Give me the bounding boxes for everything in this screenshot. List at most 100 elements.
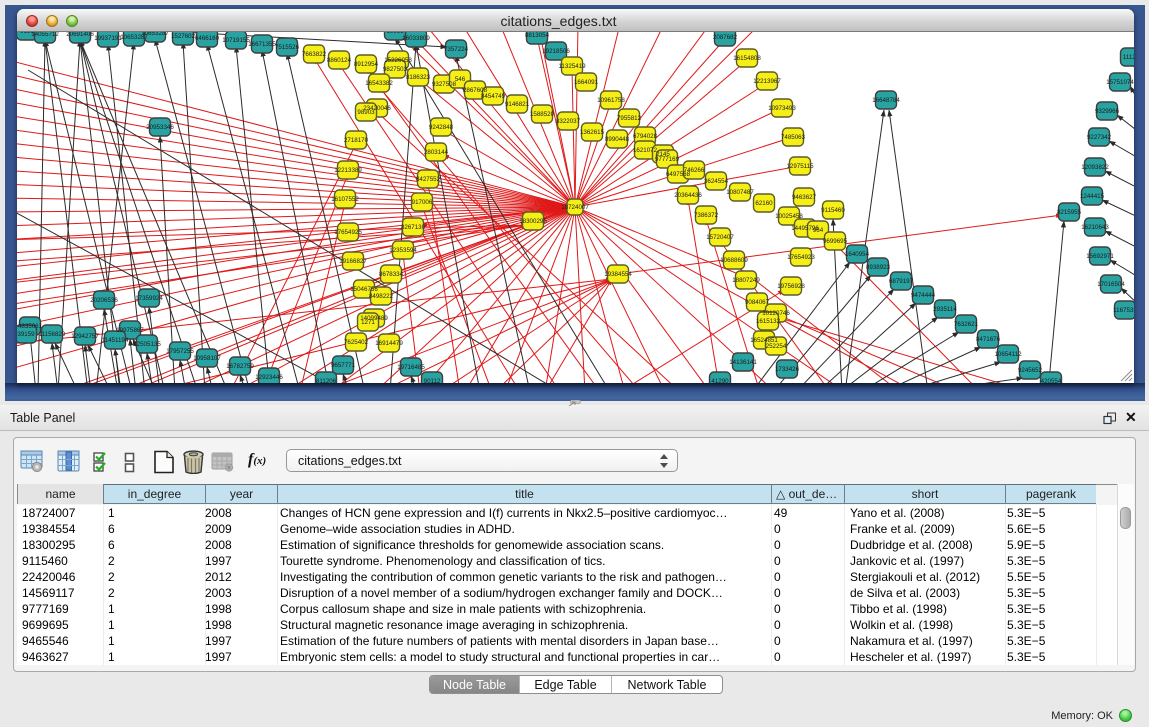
svg-text:12213389: 12213389 (334, 167, 362, 174)
svg-text:420554: 420554 (1041, 378, 1062, 383)
svg-text:6879197: 6879197 (889, 278, 914, 285)
svg-text:62160: 62160 (755, 200, 773, 207)
svg-text:9657771: 9657771 (331, 362, 356, 369)
svg-text:16648784: 16648784 (872, 97, 900, 104)
svg-text:17654925: 17654925 (334, 229, 362, 236)
svg-text:16154808: 16154808 (733, 55, 761, 62)
svg-text:9474444: 9474444 (911, 292, 936, 299)
svg-text:16914479: 16914479 (375, 340, 403, 347)
svg-text:9242848: 9242848 (429, 124, 454, 131)
svg-text:7515526: 7515526 (275, 44, 300, 51)
svg-text:90112: 90112 (424, 378, 441, 383)
svg-text:1271: 1271 (361, 319, 375, 326)
svg-text:4835061: 4835061 (18, 323, 43, 330)
svg-text:18300295: 18300295 (519, 218, 547, 225)
svg-text:7625402: 7625402 (344, 339, 369, 346)
svg-text:2803144: 2803144 (424, 149, 449, 156)
svg-text:14136141: 14136141 (729, 359, 757, 366)
svg-text:16543382: 16543382 (365, 80, 393, 87)
svg-text:20364436: 20364436 (674, 192, 702, 199)
svg-text:8860124: 8860124 (327, 57, 352, 64)
svg-text:20953346: 20953346 (146, 124, 174, 131)
svg-text:1167533: 1167533 (1113, 307, 1134, 314)
svg-text:16107552: 16107552 (331, 196, 359, 203)
svg-text:10807487: 10807487 (726, 189, 754, 196)
svg-text:11123: 11123 (1123, 54, 1134, 61)
svg-text:9327508: 9327508 (432, 81, 457, 88)
svg-text:17957255: 17957255 (166, 348, 194, 355)
svg-text:10958107: 10958107 (193, 355, 221, 362)
svg-text:1664091: 1664091 (574, 79, 599, 86)
svg-text:6794028: 6794028 (633, 133, 658, 140)
svg-text:2718170: 2718170 (344, 137, 369, 144)
svg-text:11325419: 11325419 (558, 63, 586, 70)
svg-text:9227342: 9227342 (1087, 134, 1112, 141)
svg-text:10719155: 10719155 (222, 37, 250, 44)
svg-text:8471676: 8471676 (976, 336, 1001, 343)
svg-text:8678334: 8678334 (379, 271, 404, 278)
svg-text:1588520: 1588520 (530, 111, 555, 118)
svg-text:9463627: 9463627 (792, 194, 817, 201)
svg-text:15226058: 15226058 (384, 57, 412, 64)
svg-text:9827503: 9827503 (383, 66, 408, 73)
svg-text:16782759: 16782759 (226, 363, 254, 370)
svg-text:12923446: 12923446 (255, 374, 283, 381)
svg-text:9146821: 9146821 (505, 101, 530, 108)
svg-text:9777169: 9777169 (655, 156, 680, 163)
svg-text:19218506: 19218506 (542, 48, 570, 55)
svg-text:15692971: 15692971 (1086, 253, 1114, 260)
svg-text:8267130: 8267130 (401, 224, 426, 231)
svg-text:8912954: 8912954 (354, 61, 379, 68)
svg-text:15751074: 15751074 (1106, 79, 1134, 86)
svg-text:20691406: 20691406 (66, 32, 94, 38)
svg-text:9699695: 9699695 (823, 238, 848, 245)
svg-text:19937191: 19937191 (94, 35, 122, 42)
svg-text:19756928: 19756928 (777, 283, 805, 290)
svg-text:7955812: 7955812 (617, 115, 642, 122)
svg-text:811206: 811206 (316, 378, 337, 383)
svg-text:17359924: 17359924 (135, 295, 163, 302)
svg-text:7386372: 7386372 (694, 212, 719, 219)
svg-text:7632621: 7632621 (954, 321, 979, 328)
svg-text:16671355: 16671355 (248, 41, 276, 48)
svg-text:8498222: 8498222 (369, 293, 394, 300)
svg-text:2087682: 2087682 (713, 34, 738, 41)
svg-text:19716485: 19716485 (397, 364, 425, 371)
svg-text:15046756: 15046756 (350, 286, 378, 293)
svg-text:9245652: 9245652 (1018, 367, 1043, 374)
svg-text:252254: 252254 (766, 343, 787, 350)
svg-text:98903: 98903 (357, 109, 375, 116)
svg-text:7357224: 7357224 (444, 46, 469, 53)
svg-text:1615132: 1615132 (756, 318, 781, 325)
svg-text:15720407: 15720407 (706, 234, 734, 241)
svg-text:1527602: 1527602 (171, 33, 196, 40)
svg-text:9084067: 9084067 (745, 299, 770, 306)
svg-text:16210643: 16210643 (1081, 224, 1109, 231)
svg-text:41290: 41290 (711, 378, 729, 383)
svg-text:17016504: 17016504 (1097, 281, 1125, 288)
svg-text:18807249: 18807249 (732, 277, 760, 284)
svg-text:17654923: 17654923 (787, 254, 815, 261)
svg-text:1640954: 1640954 (845, 251, 870, 258)
svg-text:19166827: 19166827 (339, 258, 367, 265)
svg-text:12505135: 12505135 (133, 341, 161, 348)
svg-text:10961758: 10961758 (597, 97, 625, 104)
svg-text:39159: 39159 (17, 331, 35, 338)
svg-text:11156829: 11156829 (39, 331, 66, 338)
svg-text:10688609: 10688609 (720, 257, 748, 264)
svg-text:7485063: 7485063 (781, 134, 806, 141)
svg-text:1244415: 1244415 (1080, 193, 1105, 200)
svg-text:8938923: 8938923 (866, 264, 891, 271)
svg-text:19384554: 19384554 (604, 271, 632, 278)
svg-text:1621072: 1621072 (633, 147, 658, 154)
svg-text:12213967: 12213967 (753, 78, 781, 85)
svg-text:8427552: 8427552 (416, 176, 441, 183)
svg-text:9329966: 9329966 (1095, 108, 1120, 115)
svg-text:18724007: 18724007 (561, 204, 589, 211)
svg-text:8322037: 8322037 (556, 118, 581, 125)
svg-text:10025458: 10025458 (775, 213, 803, 220)
svg-text:8215955: 8215955 (1057, 209, 1082, 216)
svg-text:8990448: 8990448 (605, 136, 630, 143)
svg-text:10653287: 10653287 (141, 32, 169, 37)
svg-text:10120746: 10120746 (762, 310, 790, 317)
